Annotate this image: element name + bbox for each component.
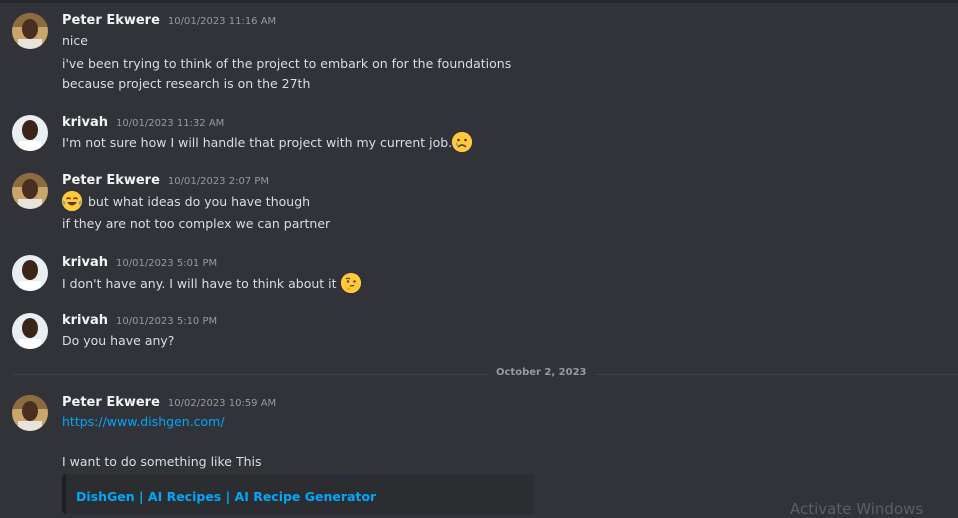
timestamp: 10/02/2023 10:59 AM — [167, 398, 277, 409]
timestamp: 10/01/2023 5:01 PM — [116, 258, 218, 269]
message-text: I don't have any. I will have to think a… — [62, 275, 337, 291]
date-divider-label: October 2, 2023 — [488, 367, 595, 378]
message-text: nice — [62, 33, 88, 48]
message-text: because project research is on the 27th — [62, 76, 311, 91]
top-border — [0, 0, 958, 3]
username[interactable]: krivah — [62, 313, 108, 328]
avatar-peter[interactable] — [12, 173, 48, 209]
username[interactable]: Peter Ekwere — [62, 395, 160, 410]
avatar-krivah[interactable] — [12, 115, 48, 151]
message-text: if they are not too complex we can partn… — [62, 216, 331, 231]
username[interactable]: krivah — [62, 115, 108, 130]
avatar-krivah[interactable] — [12, 313, 48, 349]
avatar-krivah[interactable] — [12, 255, 48, 291]
activate-windows-watermark: Activate Windows — [790, 500, 924, 518]
username[interactable]: Peter Ekwere — [62, 13, 160, 28]
timestamp: 10/01/2023 11:32 AM — [116, 118, 225, 129]
embed-title-link[interactable]: DishGen | AI Recipes | AI Recipe Generat… — [76, 489, 376, 504]
username[interactable]: krivah — [62, 255, 108, 270]
timestamp: 10/01/2023 2:07 PM — [167, 176, 270, 187]
message-text: I'm not sure how I will handle that proj… — [62, 134, 453, 150]
timestamp: 10/01/2023 11:16 AM — [167, 16, 277, 27]
avatar-peter[interactable] — [12, 13, 48, 49]
timestamp: 10/01/2023 5:10 PM — [116, 316, 218, 327]
username[interactable]: Peter Ekwere — [62, 173, 160, 188]
avatar-peter[interactable] — [12, 395, 48, 431]
message-text: I want to do something like This — [62, 454, 262, 469]
thinking-face-emoji — [340, 273, 361, 293]
message-text: Do you have any? — [62, 333, 175, 348]
message-link[interactable]: https://www.dishgen.com/ — [62, 414, 225, 429]
message-text: but what ideas do you have though — [88, 193, 311, 209]
date-divider-line — [12, 374, 958, 375]
crying-face-emoji — [452, 132, 473, 152]
tears-of-joy-emoji — [62, 191, 82, 211]
link-embed: DishGen | AI Recipes | AI Recipe Generat… — [62, 474, 534, 514]
message-text: i've been trying to think of the project… — [62, 56, 512, 71]
